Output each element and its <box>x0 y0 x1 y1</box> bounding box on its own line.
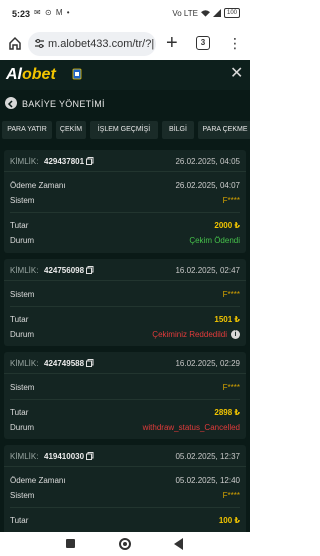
status-value: Çekim Ödendi <box>189 236 240 245</box>
divider <box>10 507 240 508</box>
tab-bar: PARA YATIR ÇEKİM İŞLEM GEÇMİŞİ BİLGİ PAR… <box>0 121 250 139</box>
app-header: Alobet ✕ <box>0 60 250 90</box>
amount-label: Tutar <box>10 221 29 230</box>
status-label: Durum <box>10 330 35 339</box>
system-label: Sistem <box>10 290 35 299</box>
home-icon[interactable] <box>8 36 22 50</box>
transaction-card: KİMLİK: 424749588 16.02.2025, 02:29 Sist… <box>4 352 246 439</box>
home-button[interactable] <box>119 538 131 550</box>
copy-icon[interactable] <box>86 157 94 165</box>
page-header: BAKİYE YÖNETİMİ <box>0 90 250 118</box>
url-text: m.alobet433.com/tr/?| <box>48 38 155 50</box>
copy-icon[interactable] <box>86 266 94 274</box>
id-label: KİMLİK: <box>10 452 39 461</box>
status-value: withdraw_status_Cancelled <box>142 423 240 432</box>
payment-time-label: Ödeme Zamanı <box>10 476 66 485</box>
status-value: Çekiminiz Reddedildi <box>152 330 227 339</box>
app-container: Alobet ✕ BAKİYE YÖNETİMİ PARA YATIR ÇEKİ… <box>0 60 250 532</box>
amount-value: 2000 ₺ <box>214 221 240 230</box>
divider <box>10 212 240 213</box>
copy-icon[interactable] <box>86 359 94 367</box>
payment-time-value: 05.02.2025, 12:40 <box>175 476 240 485</box>
signal-label: Vo LTE <box>172 8 198 18</box>
system-value: F**** <box>222 290 240 299</box>
system-label: Sistem <box>10 491 35 500</box>
system-value: F**** <box>222 383 240 392</box>
system-value: F**** <box>222 196 240 205</box>
back-nav-button[interactable] <box>174 538 183 550</box>
system-label: Sistem <box>10 383 35 392</box>
notification-icons: ✉ ⊙ M • <box>34 8 71 17</box>
divider <box>10 306 240 307</box>
amount-value: 100 ₺ <box>218 516 240 525</box>
transaction-id: 419410030 <box>44 452 85 461</box>
tab-para-yatir[interactable]: PARA YATIR <box>2 121 52 139</box>
amount-label: Tutar <box>10 315 29 324</box>
transaction-card: KİMLİK: 419410030 05.02.2025, 12:37 Ödem… <box>4 445 246 532</box>
transaction-card: KİMLİK: 424756098 16.02.2025, 02:47 Sist… <box>4 259 246 346</box>
transaction-id: 429437801 <box>44 157 85 166</box>
id-label: KİMLİK: <box>10 157 39 166</box>
amount-value: 1501 ₺ <box>214 315 240 324</box>
tab-para-cekme[interactable]: PARA ÇEKME <box>198 121 250 139</box>
tab-bilgi[interactable]: BİLGİ <box>162 121 194 139</box>
battery-icon: 100 <box>223 8 240 18</box>
recents-button[interactable] <box>66 539 75 548</box>
page-title: BAKİYE YÖNETİMİ <box>22 99 105 109</box>
id-label: KİMLİK: <box>10 266 39 275</box>
status-label: Durum <box>10 236 35 245</box>
amount-label: Tutar <box>10 516 29 525</box>
status-time: 5:23 <box>12 9 31 19</box>
new-tab-icon[interactable]: + <box>166 32 178 54</box>
system-nav-bar <box>0 532 250 556</box>
transaction-date: 16.02.2025, 02:29 <box>175 359 240 368</box>
status-label: Durum <box>10 423 35 432</box>
logo-badge-icon <box>72 68 82 80</box>
id-label: KİMLİK: <box>10 359 39 368</box>
tab-islem-gecmisi[interactable]: İŞLEM GEÇMİŞİ <box>90 121 158 139</box>
transaction-date: 26.02.2025, 04:05 <box>175 157 240 166</box>
amount-label: Tutar <box>10 408 29 417</box>
wifi-icon <box>200 10 210 17</box>
url-bar[interactable]: m.alobet433.com/tr/?| <box>28 32 156 56</box>
system-value: F**** <box>222 491 240 500</box>
transaction-card: KİMLİK: 429437801 26.02.2025, 04:05 Ödem… <box>4 150 246 253</box>
amount-value: 2898 ₺ <box>214 408 240 417</box>
close-icon[interactable]: ✕ <box>230 66 243 82</box>
site-settings-icon[interactable] <box>34 38 45 49</box>
divider <box>10 399 240 400</box>
status-bar: 5:23 ✉ ⊙ M • Vo LTE 100 <box>0 0 250 28</box>
alobet-logo[interactable]: Alobet <box>6 66 56 84</box>
tab-cekim[interactable]: ÇEKİM <box>56 121 86 139</box>
transaction-date: 05.02.2025, 12:37 <box>175 452 240 461</box>
back-button[interactable] <box>5 97 17 109</box>
more-menu-icon[interactable]: ⋮ <box>228 36 242 50</box>
payment-time-label: Ödeme Zamanı <box>10 181 66 190</box>
payment-time-value: 26.02.2025, 04:07 <box>175 181 240 190</box>
tab-switcher-button[interactable]: 3 <box>196 36 210 50</box>
transaction-id: 424749588 <box>44 359 85 368</box>
info-icon[interactable]: i <box>231 330 240 339</box>
signal-icon <box>212 9 221 17</box>
copy-icon[interactable] <box>86 452 94 460</box>
browser-toolbar: m.alobet433.com/tr/?| + 3 ⋮ <box>0 28 250 60</box>
transaction-date: 16.02.2025, 02:47 <box>175 266 240 275</box>
chevron-left-icon <box>7 100 13 108</box>
system-label: Sistem <box>10 196 35 205</box>
transaction-id: 424756098 <box>44 266 85 275</box>
